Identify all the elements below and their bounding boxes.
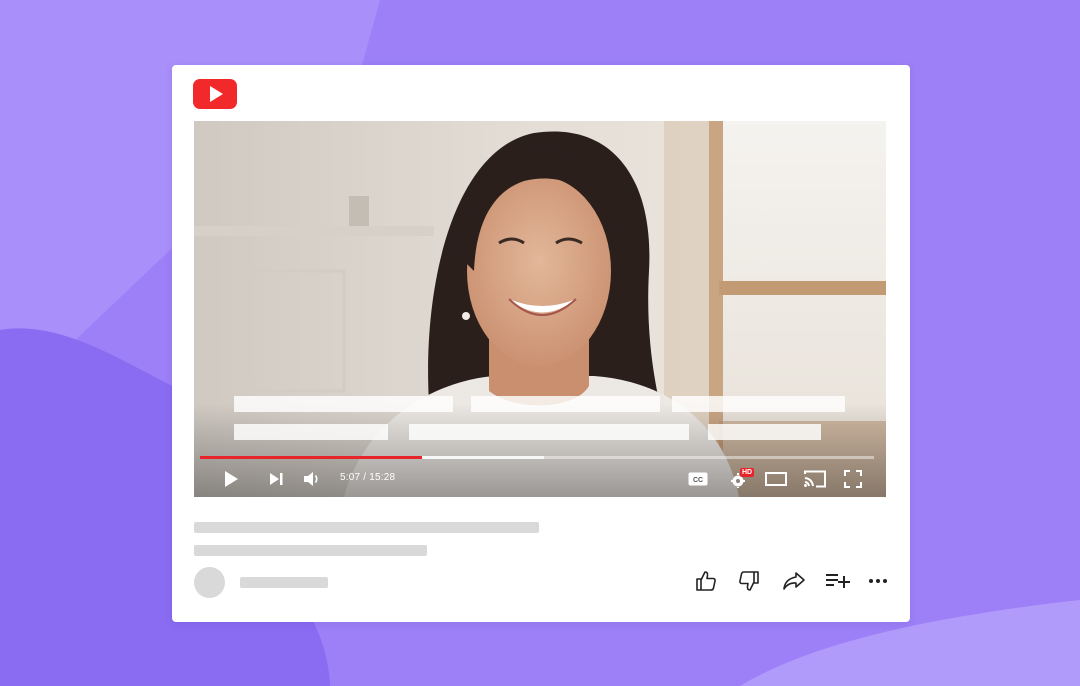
thumbs-down-icon[interactable]: [736, 568, 762, 594]
fullscreen-icon[interactable]: [842, 465, 864, 493]
progress-played: [200, 456, 423, 459]
caption-placeholder: [234, 396, 453, 412]
theater-mode-icon[interactable]: [764, 465, 788, 493]
skip-next-icon[interactable]: [265, 465, 287, 493]
share-arrow-icon[interactable]: [781, 568, 807, 594]
svg-text:CC: CC: [693, 477, 703, 484]
closed-captions-icon[interactable]: CC: [687, 465, 709, 493]
caption-placeholder: [409, 424, 689, 440]
video-card: 5:07 / 15:28 CC HD: [172, 65, 910, 622]
video-frame: [194, 121, 886, 497]
caption-placeholder: [708, 424, 821, 440]
caption-placeholder: [234, 424, 388, 440]
video-meta-placeholder: [194, 545, 427, 556]
hd-badge: HD: [740, 468, 755, 477]
channel-name-placeholder[interactable]: [240, 577, 328, 588]
youtube-logo-icon[interactable]: [193, 79, 237, 109]
settings-gear-icon[interactable]: HD: [726, 465, 755, 493]
player-controls: 5:07 / 15:28 CC HD: [194, 465, 886, 493]
caption-placeholder: [471, 396, 660, 412]
video-player[interactable]: 5:07 / 15:28 CC HD: [194, 121, 886, 497]
thumbs-up-icon[interactable]: [693, 568, 719, 594]
play-icon[interactable]: [220, 465, 242, 493]
video-title-placeholder: [194, 522, 539, 533]
avatar[interactable]: [194, 567, 225, 598]
time-display: 5:07 / 15:28: [340, 472, 396, 483]
cast-icon[interactable]: [802, 465, 828, 493]
add-to-playlist-icon[interactable]: [825, 568, 851, 594]
more-horizontal-icon[interactable]: [865, 568, 891, 594]
caption-placeholder: [672, 396, 845, 412]
volume-icon[interactable]: [301, 465, 323, 493]
progress-bar[interactable]: [200, 456, 874, 459]
